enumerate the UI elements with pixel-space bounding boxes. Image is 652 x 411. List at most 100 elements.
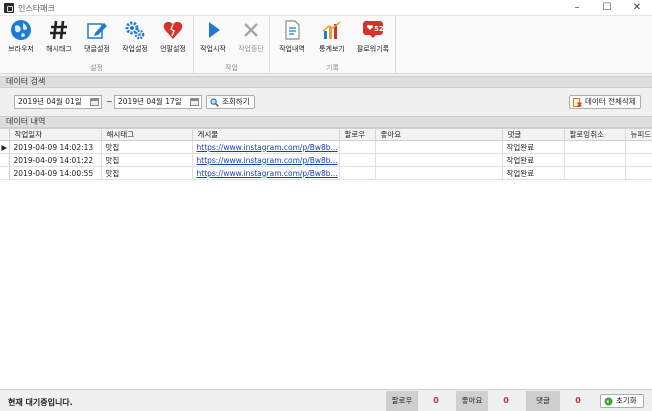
search-panel: 2019년 04월 01일 ~ 2019년 04월 17일 조회하기 데이터 전… — [0, 89, 652, 115]
group-label-task: 작업 — [225, 64, 238, 72]
calendar-icon[interactable] — [90, 98, 99, 106]
reset-button-label: 초기화 — [616, 396, 637, 405]
task-history-button[interactable]: 작업내역 — [273, 18, 311, 60]
hashtag-icon — [50, 20, 67, 40]
hashtag-button[interactable]: 해시태그 — [40, 18, 78, 60]
cell-like[interactable] — [375, 166, 503, 180]
cell-comment[interactable]: 작업완료 — [502, 166, 565, 180]
row-header-corner — [0, 129, 10, 141]
stop-task-button[interactable]: 작업중단 — [232, 18, 270, 60]
cell-hashtag[interactable]: 맛집 — [101, 140, 193, 154]
task-settings-button[interactable]: 작업설정 — [116, 18, 154, 60]
cell-date[interactable]: 2019-04-09 14:00:55 — [9, 166, 102, 180]
cell-follow[interactable] — [339, 153, 376, 167]
cell-follow[interactable] — [339, 140, 376, 154]
minimize-button[interactable]: – — [562, 0, 592, 16]
row-header — [0, 166, 10, 180]
table-row[interactable]: 2019-04-09 14:01:22 맛집 https://www.insta… — [0, 153, 652, 167]
column-header-newsfeed-like[interactable]: 뉴피드좋아요 — [625, 129, 652, 141]
play-icon — [209, 22, 220, 38]
table-row[interactable]: ▶ 2019-04-09 14:02:13 맛집 https://www.ins… — [0, 140, 652, 154]
globe-icon — [11, 20, 31, 40]
cell-hashtag[interactable]: 맛집 — [101, 166, 193, 180]
reset-icon — [604, 397, 613, 406]
column-header-unfollow[interactable]: 팔로잉취소 — [564, 129, 626, 141]
stop-task-label: 작업중단 — [238, 45, 264, 53]
status-bar: 현재 대기중입니다. 팔로우 0 좋아요 0 댓글 0 초기화 — [0, 389, 652, 411]
heart-badge-icon: 52 — [363, 21, 384, 38]
date-range-separator: ~ — [106, 97, 113, 106]
column-header-like[interactable]: 좋아요 — [375, 129, 503, 141]
cell-comment[interactable]: 작업완료 — [502, 153, 565, 167]
column-header-follow[interactable]: 팔로우 — [339, 129, 376, 141]
stop-x-icon — [244, 23, 258, 37]
follower-badge-count: 52 — [374, 25, 384, 33]
maximize-button[interactable]: ☐ — [592, 0, 622, 16]
cell-newsfeed-like[interactable] — [625, 153, 652, 167]
cell-unfollow[interactable] — [564, 166, 626, 180]
ribbon-group-task: 작업시작 작업중단 작업 — [194, 16, 270, 74]
post-link[interactable]: https://www.instagram.com/p/Bw8b... — [192, 153, 340, 167]
group-label-records: 기록 — [326, 64, 339, 72]
browser-button[interactable]: 브라우저 — [2, 18, 40, 60]
column-header-post[interactable]: 게시물 — [192, 129, 340, 141]
search-button-label: 조회하기 — [222, 97, 250, 106]
unfollow-settings-label: 언팔설정 — [160, 45, 186, 53]
follower-record-label: 팔로워기록 — [356, 45, 390, 53]
comment-settings-label: 댓글설정 — [84, 45, 110, 53]
like-stat-count: 0 — [503, 396, 509, 405]
history-table: 작업일자 해시태그 게시물 팔로우 좋아요 댓글 팔로잉취소 뉴피드좋아요 ▶ … — [0, 129, 652, 180]
title-bar: 인스타매크 – ☐ ✕ — [0, 0, 652, 16]
cell-like[interactable] — [375, 140, 503, 154]
cell-like[interactable] — [375, 153, 503, 167]
post-link[interactable]: https://www.instagram.com/p/Bw8b... — [192, 140, 340, 154]
delete-document-icon — [573, 98, 582, 107]
cell-newsfeed-like[interactable] — [625, 166, 652, 180]
table-row[interactable]: 2019-04-09 14:00:55 맛집 https://www.insta… — [0, 166, 652, 180]
cell-follow[interactable] — [339, 166, 376, 180]
ribbon-toolbar: 브라우저 해시태그 댓글설정 작업설정 언팔설정 설정 작업시작 작업중단 작업… — [0, 16, 652, 74]
search-button[interactable]: 조회하기 — [206, 95, 255, 109]
cell-date[interactable]: 2019-04-09 14:01:22 — [9, 153, 102, 167]
edit-icon — [87, 23, 107, 39]
delete-all-label: 데이터 전체삭제 — [585, 97, 636, 106]
end-date-picker[interactable]: 2019년 04월 17일 — [114, 95, 202, 109]
cell-comment[interactable]: 작업완료 — [502, 140, 565, 154]
statistics-button[interactable]: 통계보기 — [313, 18, 351, 60]
follower-record-button[interactable]: 52 팔로워기록 — [354, 18, 392, 60]
start-task-button[interactable]: 작업시작 — [194, 18, 232, 60]
cell-date[interactable]: 2019-04-09 14:02:13 — [9, 140, 102, 154]
delete-all-button[interactable]: 데이터 전체삭제 — [569, 95, 641, 109]
magnifier-icon — [210, 98, 219, 107]
ribbon-group-records: 작업내역 통계보기 52 팔로워기록 기록 — [270, 16, 396, 74]
task-history-label: 작업내역 — [279, 45, 305, 53]
post-link[interactable]: https://www.instagram.com/p/Bw8b... — [192, 166, 340, 180]
current-row-marker: ▶ — [0, 140, 10, 154]
cell-unfollow[interactable] — [564, 140, 626, 154]
ribbon-group-settings: 브라우저 해시태그 댓글설정 작업설정 언팔설정 설정 — [0, 16, 194, 74]
cell-newsfeed-like[interactable] — [625, 140, 652, 154]
status-message: 현재 대기중입니다. — [8, 398, 73, 407]
column-header-date[interactable]: 작업일자 — [9, 129, 102, 141]
calendar-icon[interactable] — [190, 98, 199, 106]
gears-icon — [125, 21, 145, 40]
like-stat-label: 좋아요 — [456, 391, 488, 411]
comment-stat-count: 0 — [575, 396, 581, 405]
app-icon — [4, 3, 14, 13]
unfollow-settings-button[interactable]: 언팔설정 — [154, 18, 192, 60]
end-date-value: 2019년 04월 17일 — [118, 97, 182, 106]
cell-hashtag[interactable]: 맛집 — [101, 153, 193, 167]
start-date-value: 2019년 04월 01일 — [18, 97, 82, 106]
close-button[interactable]: ✕ — [622, 0, 652, 16]
cell-unfollow[interactable] — [564, 153, 626, 167]
window-title: 인스타매크 — [18, 4, 55, 13]
column-header-hashtag[interactable]: 해시태그 — [101, 129, 193, 141]
bar-chart-icon — [322, 21, 341, 39]
row-header — [0, 153, 10, 167]
reset-button[interactable]: 초기화 — [600, 394, 644, 408]
comment-settings-button[interactable]: 댓글설정 — [78, 18, 116, 60]
start-task-label: 작업시작 — [200, 45, 226, 53]
start-date-picker[interactable]: 2019년 04월 01일 — [14, 95, 102, 109]
follow-stat-count: 0 — [433, 396, 439, 405]
column-header-comment[interactable]: 댓글 — [502, 129, 565, 141]
